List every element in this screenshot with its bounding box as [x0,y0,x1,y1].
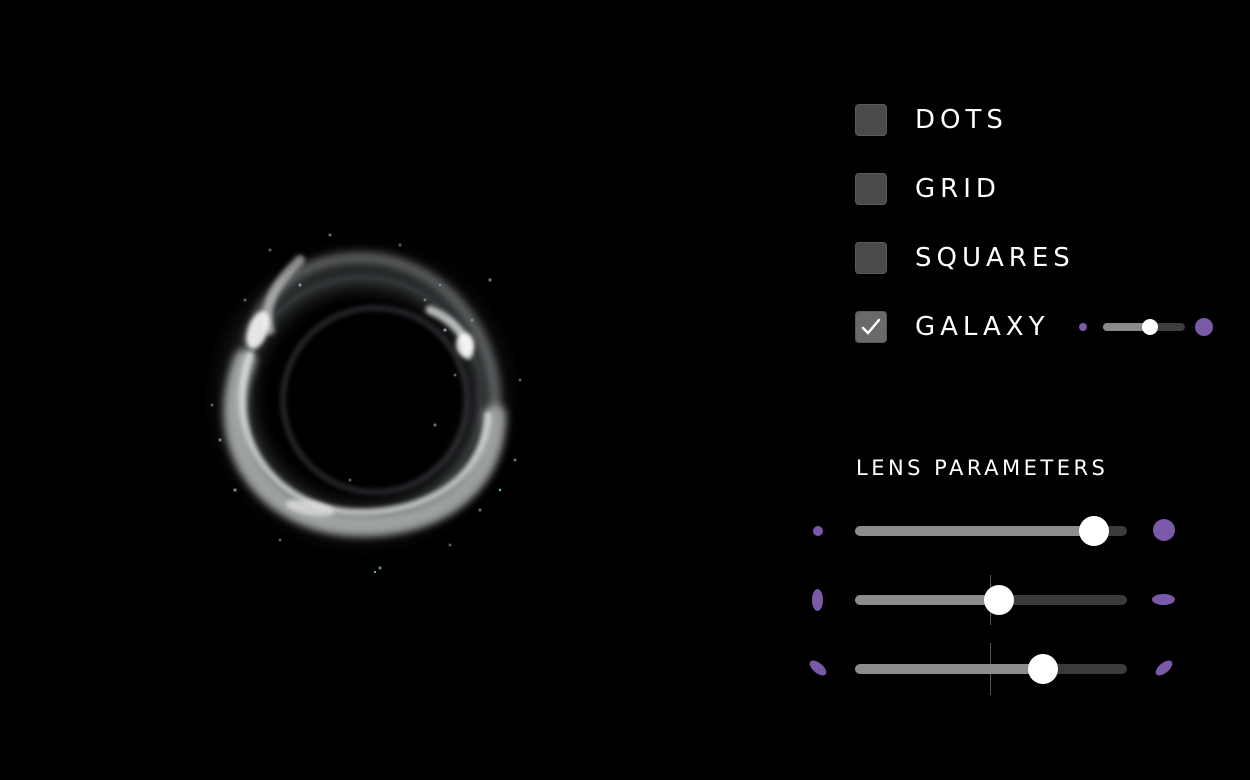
small-dot-icon [1079,323,1087,331]
option-squares[interactable]: SQUARES [855,241,1075,275]
squares-checkbox[interactable] [855,242,887,274]
slider-fill [855,595,1000,605]
lens-parameters-title: LENS PARAMETERS [856,456,1109,480]
slider-thumb[interactable] [984,585,1015,615]
grid-checkbox[interactable] [855,173,887,205]
dots-label: DOTS [915,105,1008,135]
dots-checkbox[interactable] [855,104,887,136]
squares-label: SQUARES [915,243,1075,273]
grid-label: GRID [915,174,1001,204]
galaxy-checkbox[interactable] [855,311,887,343]
ellipse-tilted-left-icon [807,657,829,679]
vertical-ellipse-icon [812,589,823,611]
slider-fill [855,526,1095,536]
option-galaxy[interactable]: GALAXY [855,310,1050,344]
slider-thumb[interactable] [1079,516,1110,546]
horizontal-ellipse-icon [1152,594,1175,605]
large-dot-icon [1195,318,1213,336]
small-dot-icon [813,526,823,536]
lens-mass-slider[interactable] [855,513,1127,547]
galaxy-label: GALAXY [915,312,1050,342]
option-grid[interactable]: GRID [855,172,1001,206]
lensed-galaxy-view [197,232,527,574]
option-dots[interactable]: DOTS [855,103,1008,137]
lens-ellipticity-slider[interactable] [855,582,1127,616]
ellipse-tilted-right-icon [1153,657,1175,679]
galaxy-size-slider-thumb[interactable] [1141,319,1158,335]
slider-thumb[interactable] [1027,654,1058,684]
lens-orientation-slider[interactable] [855,651,1127,685]
large-dot-icon [1153,519,1175,541]
slider-fill [855,664,1043,674]
checkmark-icon [861,318,881,335]
